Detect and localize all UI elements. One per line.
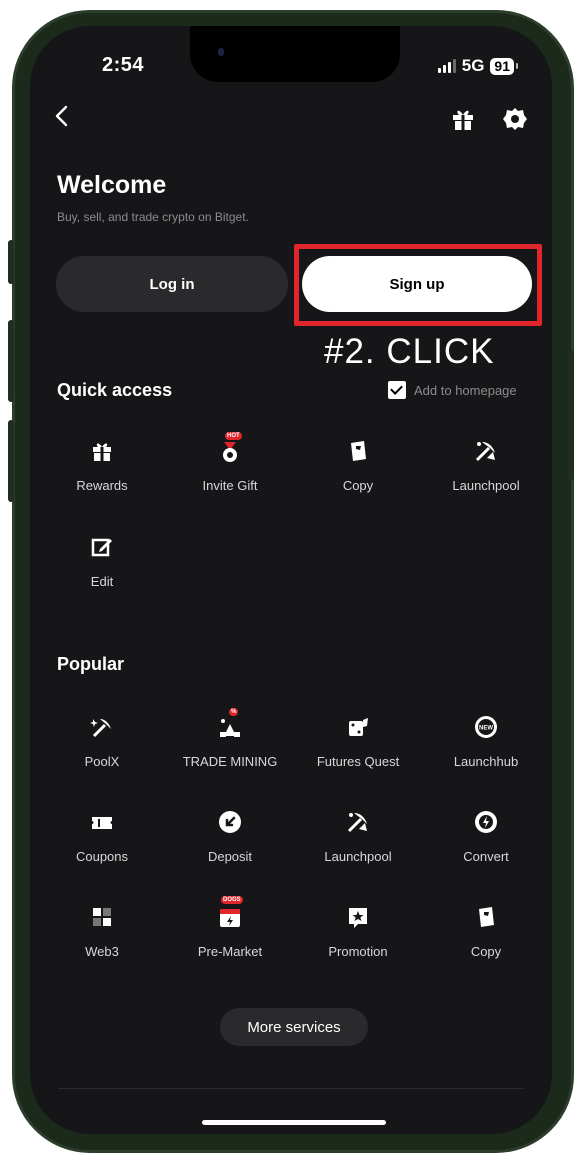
popular-item-deposit[interactable]: Deposit <box>166 809 294 864</box>
checkbox-icon[interactable] <box>388 381 406 399</box>
quick-access-item-invite-gift[interactable]: HOT Invite Gift <box>166 432 294 493</box>
quick-access-item-launchpool[interactable]: Launchpool <box>422 438 550 493</box>
pickaxe-icon <box>475 442 495 462</box>
quick-access-label: Edit <box>90 574 114 589</box>
edit-icon <box>91 538 112 557</box>
add-to-homepage-toggle[interactable]: Add to homepage <box>388 381 517 399</box>
svg-text:NEW: NEW <box>479 726 493 732</box>
power-button <box>568 350 574 480</box>
popular-label: Web3 <box>85 944 119 959</box>
quick-access-item-copy[interactable]: Copy <box>294 438 422 493</box>
popular-label: Promotion <box>328 944 388 959</box>
quick-access-label: Copy <box>342 478 374 493</box>
medal-icon <box>223 442 237 462</box>
gift-icon <box>453 110 473 130</box>
pickaxe-icon <box>347 813 367 833</box>
popular-label: PoolX <box>84 754 120 769</box>
popular-item-launchhub[interactable]: NEW Launchhub <box>422 714 550 769</box>
web3-icon <box>93 908 111 926</box>
quick-access-label: Invite Gift <box>202 478 258 493</box>
popular-label: TRADE MINING <box>182 754 278 769</box>
popular-label: Launchhub <box>453 754 519 769</box>
highlight-annotation-box <box>294 244 542 326</box>
star-flag-icon <box>349 908 367 928</box>
popular-title: Popular <box>57 654 125 674</box>
calendar-icon <box>220 909 240 927</box>
coupon-icon <box>92 817 112 829</box>
popular-item-launchpool[interactable]: Launchpool <box>294 809 422 864</box>
deposit-icon <box>219 811 241 833</box>
quick-access-label: Launchpool <box>452 478 520 493</box>
popular-item-poolx[interactable]: PoolX <box>38 714 166 769</box>
popular-item-trade-mining[interactable]: % TRADE MINING <box>166 708 294 769</box>
status-indicators: 5G 91 <box>437 56 518 76</box>
quick-access-title: Quick access <box>57 380 173 400</box>
popular-item-coupons[interactable]: Coupons <box>38 809 166 864</box>
quick-access-label: Rewards <box>76 478 128 493</box>
mining-icon <box>220 719 240 737</box>
popular-label: Futures Quest <box>316 754 400 769</box>
network-label: 5G <box>461 56 485 75</box>
popular-label: Deposit <box>207 849 253 864</box>
signal-icon <box>437 59 456 73</box>
volume-up-button <box>8 320 14 402</box>
login-button[interactable]: Log in <box>56 256 288 312</box>
popular-label: Convert <box>463 849 509 864</box>
app-screen: 2:54 5G 91 Welcome Buy, sell, and trade … <box>30 26 552 1134</box>
copy-card-icon <box>351 441 366 461</box>
hot-badge: HOT <box>225 432 242 440</box>
popular-label: Pre-Market <box>197 944 263 959</box>
dynamic-island <box>190 26 400 82</box>
home-indicator[interactable] <box>202 1120 386 1125</box>
mute-switch <box>8 240 14 284</box>
gear-icon <box>503 108 527 130</box>
gift-button[interactable] <box>450 106 478 134</box>
popular-item-web3[interactable]: Web3 <box>38 904 166 959</box>
more-services-button[interactable]: More services <box>220 1008 368 1046</box>
dogs-badge: DOGS <box>221 896 243 904</box>
popular-item-convert[interactable]: Convert <box>422 809 550 864</box>
quick-access-item-edit[interactable]: Edit <box>38 534 166 589</box>
popular-item-pre-market[interactable]: DOGS Pre-Market <box>166 896 294 959</box>
page-title: Welcome <box>57 171 167 199</box>
section-divider <box>58 1088 524 1089</box>
back-button[interactable] <box>52 104 82 134</box>
settings-button[interactable] <box>502 106 530 134</box>
popular-item-futures-quest[interactable]: Futures Quest <box>294 714 422 769</box>
convert-icon <box>475 811 497 833</box>
quick-access-item-rewards[interactable]: Rewards <box>38 438 166 493</box>
popular-label: Launchpool <box>324 849 392 864</box>
volume-down-button <box>8 420 14 502</box>
pickaxe-sparkle-icon <box>90 719 111 738</box>
copy-card-icon <box>479 907 494 927</box>
popular-item-copy[interactable]: Copy <box>422 904 550 959</box>
add-to-homepage-label: Add to homepage <box>414 382 517 398</box>
chevron-left-icon <box>55 105 68 127</box>
battery-icon: 91 <box>490 57 518 75</box>
new-badge-icon: NEW <box>475 716 497 738</box>
page-subtitle: Buy, sell, and trade crypto on Bitget. <box>57 210 249 224</box>
dice-icon <box>349 718 368 736</box>
popular-item-promotion[interactable]: Promotion <box>294 904 422 959</box>
status-time: 2:54 <box>102 54 145 76</box>
popular-label: Copy <box>470 944 502 959</box>
popular-label: Coupons <box>75 849 129 864</box>
gift-icon <box>93 443 111 461</box>
annotation-text: #2. CLICK <box>324 332 495 371</box>
